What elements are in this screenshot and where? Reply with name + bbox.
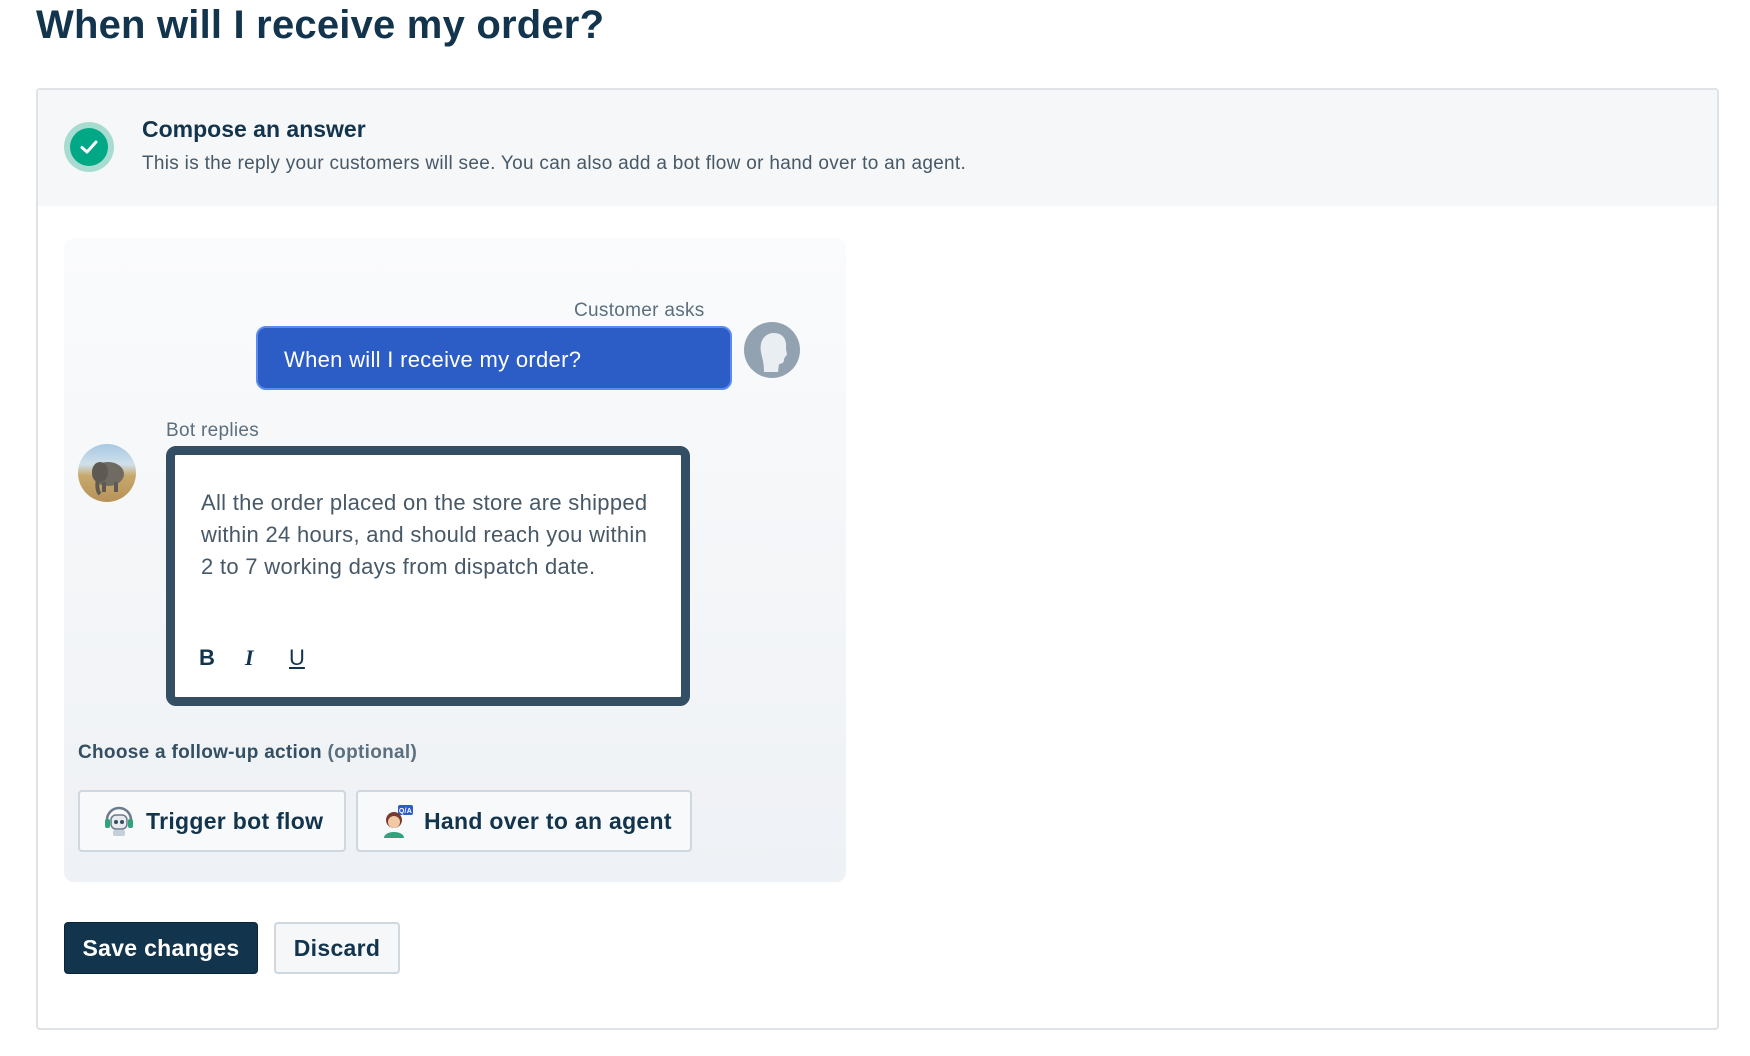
check-circle-icon [64, 122, 114, 172]
page-title: When will I receive my order? [36, 3, 605, 47]
robot-headset-icon [102, 804, 136, 838]
bot-reply-editor[interactable]: All the order placed on the store are sh… [166, 446, 690, 706]
followup-label: Choose a follow-up action (optional) [78, 742, 418, 763]
agent-qa-icon: Q/A [380, 804, 414, 838]
answer-card: Compose an answer This is the reply your… [36, 88, 1719, 1030]
customer-message-bubble: When will I receive my order? [256, 326, 732, 390]
hand-over-to-agent-button[interactable]: Q/A Hand over to an agent [356, 790, 692, 852]
discard-button[interactable]: Discard [274, 922, 400, 974]
bot-reply-text[interactable]: All the order placed on the store are sh… [201, 487, 661, 583]
step-header: Compose an answer This is the reply your… [38, 90, 1717, 206]
trigger-bot-flow-button[interactable]: Trigger bot flow [78, 790, 346, 852]
bot-label: Bot replies [166, 420, 260, 441]
step-description: This is the reply your customers will se… [142, 153, 967, 174]
bot-avatar [78, 444, 136, 502]
svg-text:Q/A: Q/A [399, 808, 412, 815]
underline-button[interactable]: U [289, 645, 305, 671]
customer-avatar [744, 322, 800, 378]
save-changes-button[interactable]: Save changes [64, 922, 258, 974]
italic-button[interactable]: I [245, 645, 254, 671]
hand-over-label: Hand over to an agent [424, 807, 672, 834]
bold-button[interactable]: B [199, 645, 215, 671]
step-title: Compose an answer [142, 116, 366, 142]
customer-label: Customer asks [574, 300, 705, 321]
trigger-bot-flow-label: Trigger bot flow [146, 807, 324, 834]
